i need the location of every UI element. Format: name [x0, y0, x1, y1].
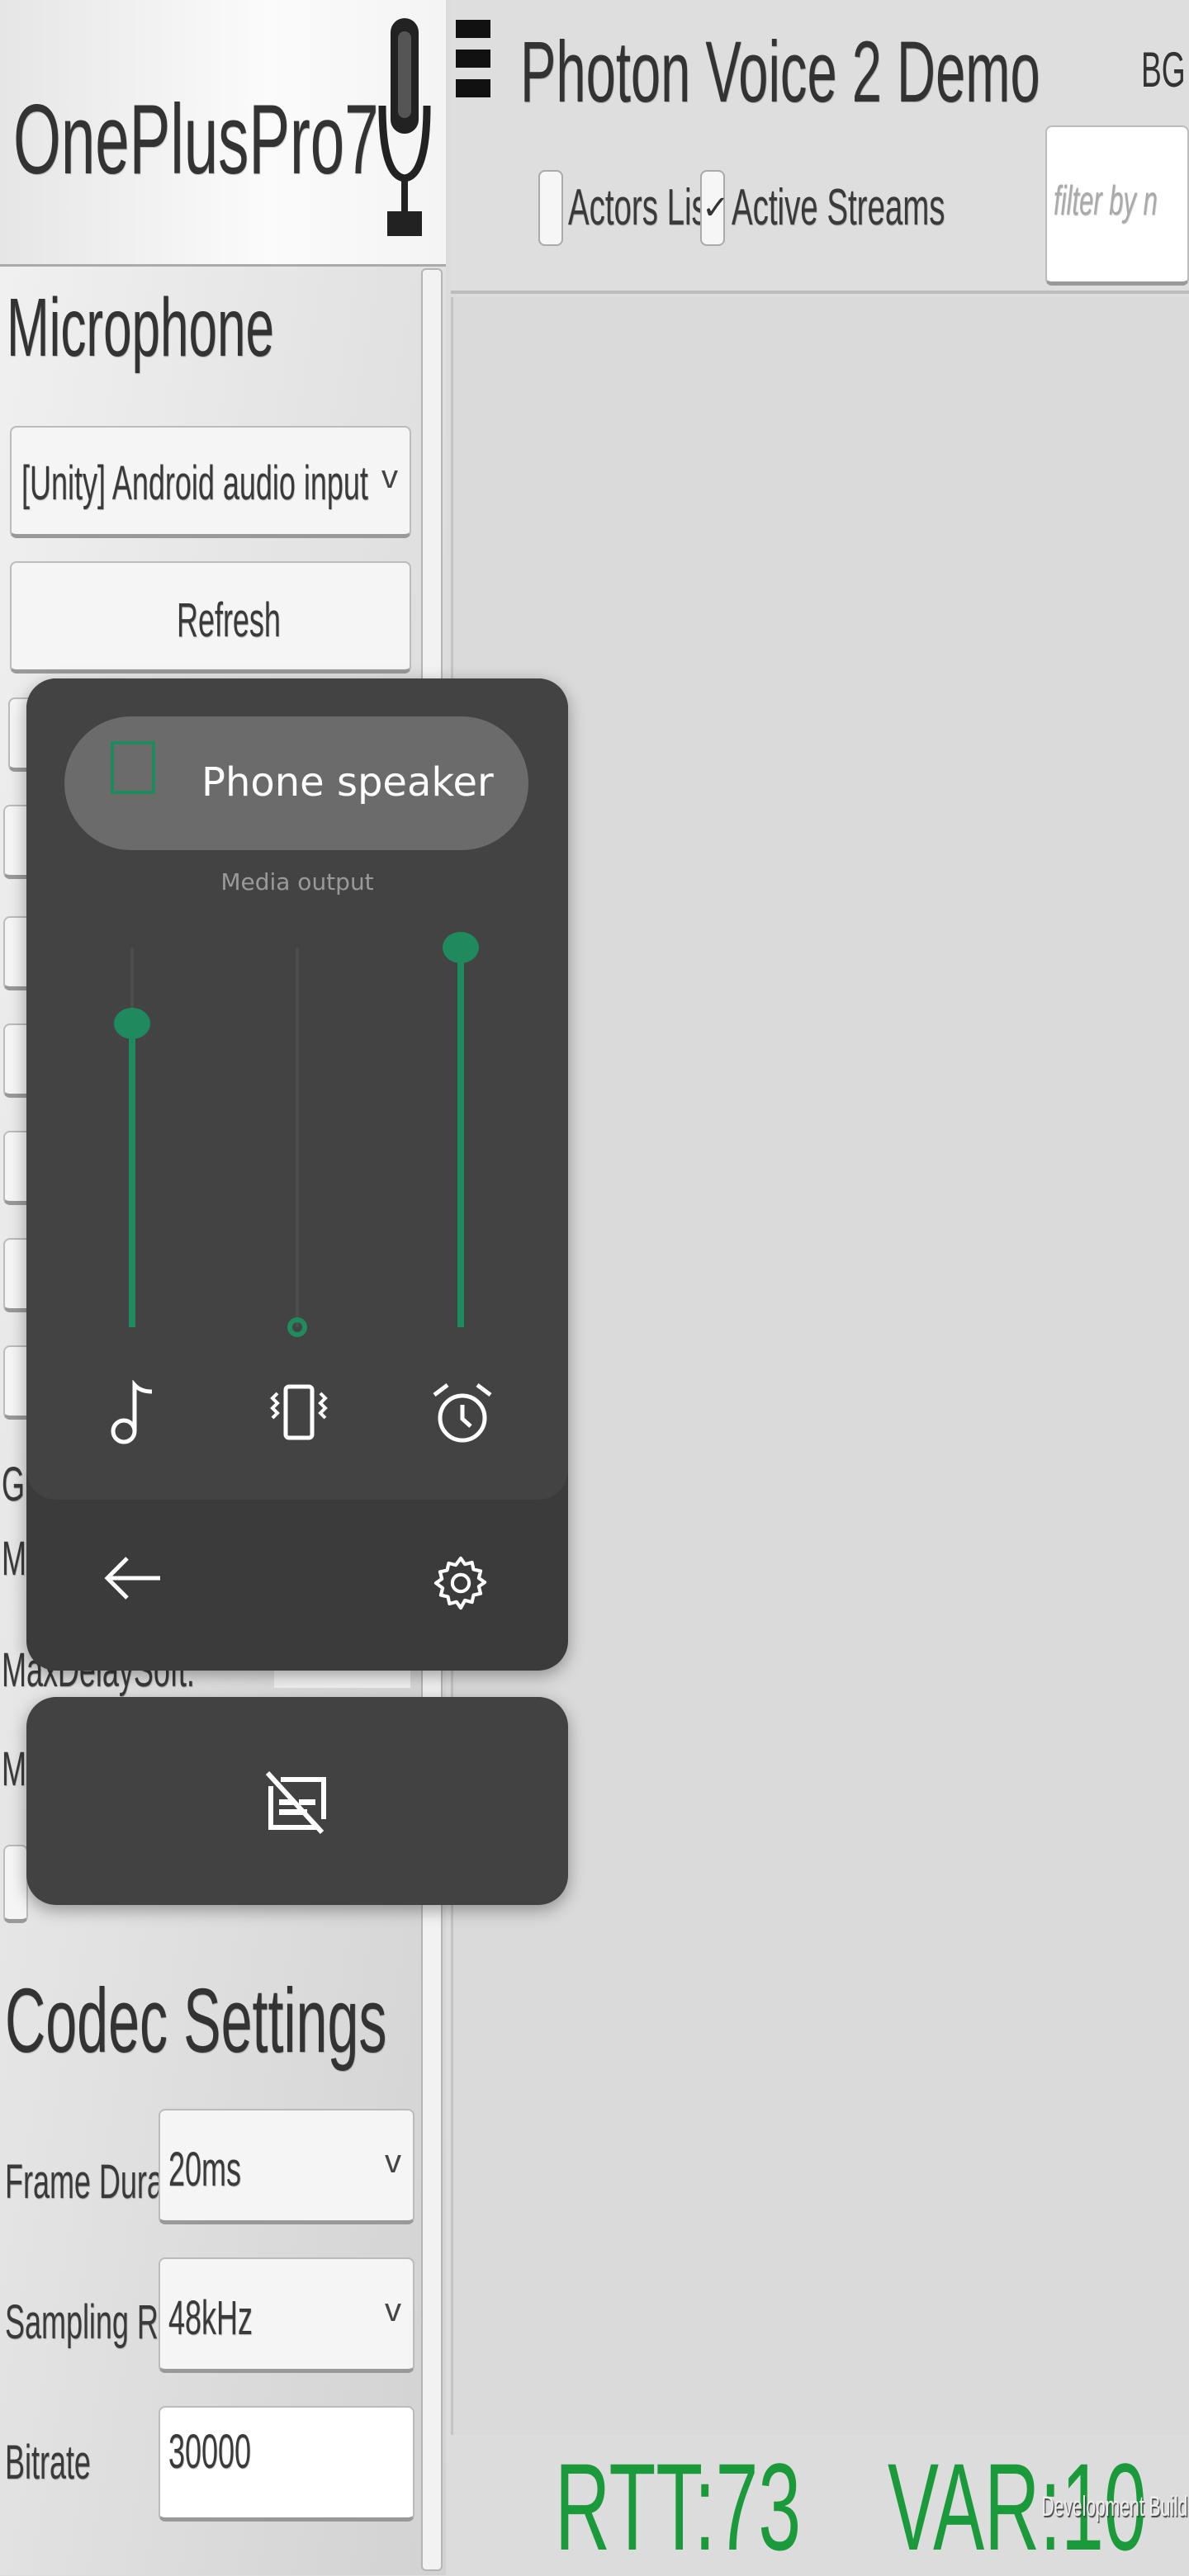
arrow-left-icon[interactable] [102, 1553, 165, 1603]
phone-icon [111, 741, 155, 794]
volume-slider-media[interactable] [114, 931, 150, 1344]
slider-thumb[interactable] [443, 932, 479, 963]
microphone-icon[interactable] [376, 15, 433, 242]
music-note-icon[interactable] [107, 1380, 157, 1446]
chevron-down-icon: v [385, 2144, 401, 2180]
alarm-icon[interactable] [429, 1380, 495, 1446]
slider-thumb[interactable] [114, 1008, 150, 1039]
output-device-label: Phone speaker [201, 759, 494, 806]
refresh-label: Refresh [177, 593, 281, 647]
volume-slider-alarm[interactable] [443, 931, 479, 1344]
chevron-down-icon: v [385, 2292, 401, 2328]
active-streams-checkbox[interactable]: ✓ [700, 170, 730, 246]
gear-icon[interactable] [429, 1552, 492, 1614]
volume-panel-sliders: Phone speaker Media output [26, 678, 568, 1500]
development-build-label: Development Build [1041, 2491, 1187, 2522]
bitrate-value: 30000 [168, 2425, 252, 2479]
rtt-stat: RTT:73 [555, 2437, 802, 2576]
hamburger-menu-icon[interactable] [456, 20, 490, 99]
bg-label[interactable]: BG [1141, 41, 1186, 98]
refresh-button[interactable]: Refresh [10, 561, 411, 674]
hidden-checkbox[interactable] [3, 1845, 28, 1923]
slider-fill [129, 1023, 135, 1327]
microphone-heading: Microphone [7, 281, 274, 374]
captions-off-icon[interactable] [266, 1771, 329, 1834]
device-name: OnePlusPro7 [13, 84, 379, 195]
actors-list-label[interactable]: Actors List [568, 178, 716, 237]
volume-slider-ring[interactable] [279, 931, 315, 1344]
mic-device-value: [Unity] Android audio input [21, 456, 368, 510]
actors-list-checkbox[interactable] [538, 170, 563, 246]
sampling-rate-value: 48kHz [168, 2291, 253, 2345]
device-header: OnePlusPro7 [0, 0, 446, 264]
filter-placeholder: filter by n [1054, 177, 1158, 224]
mic-device-select[interactable]: [Unity] Android audio input v [10, 426, 411, 538]
codec-heading: Codec Settings [5, 1970, 387, 2072]
media-output-caption: Media output [220, 868, 374, 896]
volume-panel: Phone speaker Media output [26, 678, 568, 1671]
filter-input[interactable]: filter by n [1045, 125, 1189, 286]
slider-track [296, 948, 299, 1327]
captions-panel [26, 1697, 568, 1905]
slider-fill [457, 948, 464, 1327]
bitrate-input[interactable]: 30000 [159, 2406, 414, 2522]
top-bar: Photon Voice 2 Demo BG Actors List ✓ Act… [451, 0, 1189, 294]
app-title: Photon Voice 2 Demo [520, 24, 1040, 121]
checkmark-icon: ✓ [702, 190, 730, 226]
active-streams-label[interactable]: Active Streams [732, 178, 945, 237]
slider-thumb[interactable] [287, 1317, 307, 1337]
bitrate-label: Bitrate [5, 2436, 91, 2489]
output-device-button[interactable]: Phone speaker [64, 716, 528, 850]
vibrate-icon[interactable] [266, 1380, 332, 1446]
chevron-down-icon: v [381, 459, 398, 495]
sampling-rate-select[interactable]: 48kHz v [159, 2257, 414, 2373]
frame-duration-select[interactable]: 20ms v [159, 2109, 414, 2224]
frame-duration-value: 20ms [168, 2143, 241, 2196]
